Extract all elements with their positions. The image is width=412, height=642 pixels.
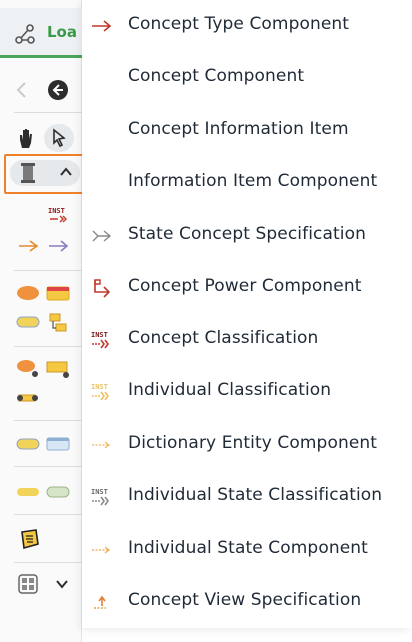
divider — [14, 562, 82, 563]
network-icon — [14, 23, 36, 49]
menu-item-label: Concept Component — [128, 66, 305, 86]
orange-arrow-icon[interactable] — [18, 238, 40, 257]
menu-item-state-concept-specification[interactable]: State Concept Specification — [82, 210, 412, 262]
menu-item-concept-power-component[interactable]: Concept Power Component — [82, 262, 412, 314]
divider — [14, 346, 82, 347]
inst-gray-icon: INST — [90, 487, 114, 507]
menu-item-label: Individual State Classification — [128, 485, 383, 505]
state-arrow-icon — [90, 226, 114, 246]
menu-item-label: State Concept Specification — [128, 224, 366, 244]
note-icon[interactable] — [18, 528, 40, 554]
menu-item-label: Concept Power Component — [128, 276, 362, 296]
menu-item-label: Concept View Specification — [128, 590, 362, 610]
classification-icon[interactable] — [48, 312, 70, 338]
menu-item-dictionary-entity-component[interactable]: Dictionary Entity Component — [82, 419, 412, 471]
power-arrow-icon — [90, 278, 114, 298]
state-ellipse-icon[interactable] — [16, 358, 40, 382]
dotted-arrow-icon — [90, 435, 114, 455]
view-arrow-icon — [90, 592, 114, 612]
menu-item-concept-type-component[interactable]: Concept Type Component — [82, 0, 412, 52]
yellow-card-icon[interactable] — [46, 284, 70, 306]
menu-item-individual-classification[interactable]: INST Individual Classification — [82, 366, 412, 418]
menu-item-label: Individual State Component — [128, 538, 368, 558]
inst-red-icon: INST — [90, 330, 114, 350]
svg-text:INST: INST — [48, 207, 65, 215]
menu-item-concept-view-specification[interactable]: Concept View Specification — [82, 576, 412, 628]
menu-item-label: Dictionary Entity Component — [128, 433, 378, 453]
yellow-blue-pill-icon[interactable] — [16, 436, 40, 456]
blue-card-icon[interactable] — [46, 436, 70, 456]
menu-item-label: Information Item Component — [128, 171, 378, 191]
menu-item-label: Concept Type Component — [128, 14, 350, 34]
divider — [14, 270, 82, 271]
yellow-pill-icon[interactable] — [16, 314, 40, 334]
svg-text:INST: INST — [91, 383, 108, 391]
divider — [14, 466, 82, 467]
relationship-type-menu: Concept Type Component Concept Component… — [82, 0, 412, 628]
svg-text:INST: INST — [91, 488, 108, 496]
green-pill-icon[interactable] — [46, 484, 70, 504]
dotted-arrow-orange-icon — [90, 540, 114, 560]
grid-icon[interactable] — [18, 574, 38, 598]
tab-load[interactable]: Loa — [0, 8, 82, 58]
divider — [14, 420, 82, 421]
chevron-left-icon[interactable] — [14, 80, 30, 104]
orange-ellipse-icon[interactable] — [16, 284, 40, 306]
chevron-down-icon[interactable] — [54, 576, 70, 595]
pointer-icon[interactable] — [44, 124, 74, 152]
menu-item-individual-state-component[interactable]: Individual State Component — [82, 524, 412, 576]
inst-yellow-icon: INST — [90, 382, 114, 402]
menu-item-individual-state-classification[interactable]: INST Individual State Classification — [82, 471, 412, 523]
menu-item-label: Concept Classification — [128, 328, 319, 348]
menu-item-label: Individual Classification — [128, 380, 332, 400]
tab-load-label: Loa — [47, 23, 77, 41]
chevron-up-icon[interactable] — [58, 164, 74, 183]
pillar-icon — [20, 162, 36, 188]
back-button-icon[interactable] — [46, 78, 70, 106]
red-arrow-icon — [90, 16, 114, 36]
divider — [14, 112, 82, 113]
menu-item-information-item-component[interactable]: Information Item Component — [82, 157, 412, 209]
menu-item-concept-component[interactable]: Concept Component — [82, 52, 412, 104]
state-card-icon[interactable] — [46, 360, 70, 384]
hand-icon[interactable] — [16, 126, 38, 154]
svg-text:INST: INST — [91, 331, 108, 339]
inst-red-icon[interactable]: INST — [48, 206, 70, 228]
menu-item-concept-classification[interactable]: INST Concept Classification — [82, 314, 412, 366]
yellow-pill-small-icon[interactable] — [16, 484, 40, 504]
left-toolbar: Loa INST — [0, 0, 84, 642]
menu-item-label: Concept Information Item — [128, 119, 349, 139]
menu-item-concept-information-item[interactable]: Concept Information Item — [82, 105, 412, 157]
divider — [14, 514, 82, 515]
purple-arrow-icon[interactable] — [48, 238, 70, 257]
state-link-icon[interactable] — [16, 390, 40, 410]
